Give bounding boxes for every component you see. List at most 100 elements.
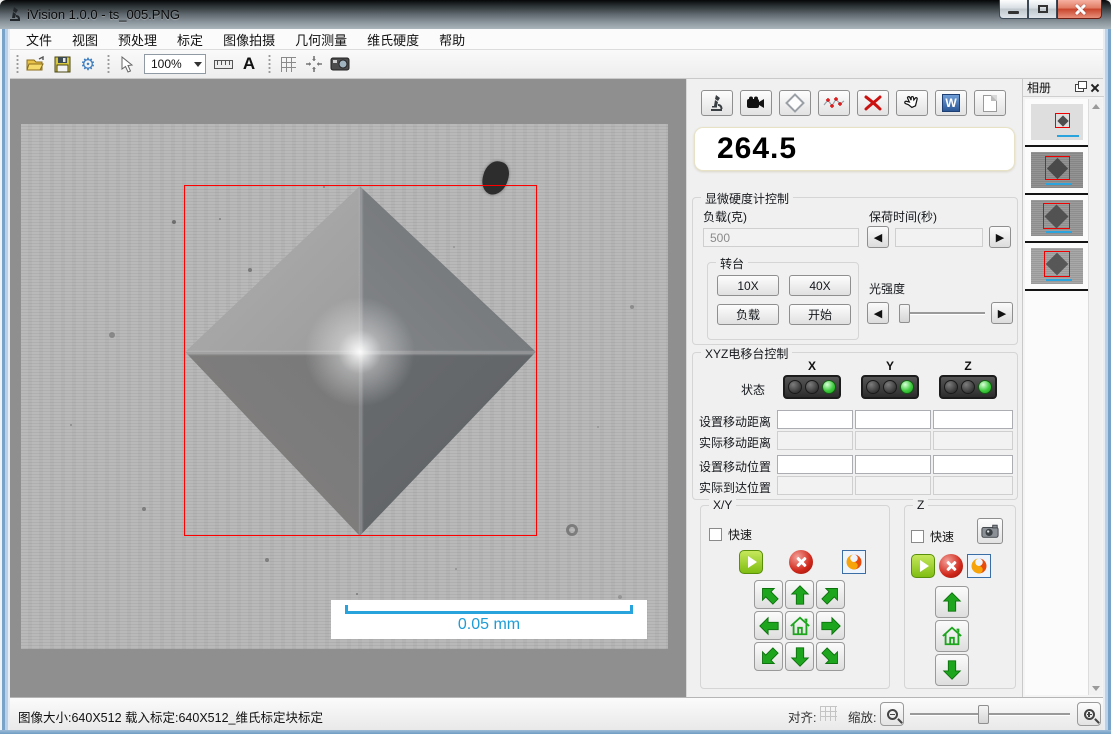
delete-measure-button[interactable] [857,90,889,116]
load-position-button[interactable]: 负载 [717,304,779,325]
jog-left-button[interactable] [754,611,783,640]
align-grid-icon[interactable] [820,706,837,721]
jog-up-button[interactable] [785,580,814,609]
actual-move-distance-label: 实际移动距离 [699,434,771,451]
menu-geometry-measure[interactable]: 几何测量 [285,28,357,51]
z-fast-checkbox[interactable] [911,530,924,543]
capture-button[interactable] [327,52,353,76]
triangle-down-icon [1092,686,1100,691]
z-stop-button[interactable] [939,554,963,578]
zoom-combobox-dropdown[interactable] [191,55,205,73]
thumbnail-image-4[interactable] [1031,248,1083,284]
dwell-decrement-button[interactable]: ◀ [867,226,889,248]
view-zoom-slider-handle[interactable] [978,705,989,724]
z-home-button[interactable] [935,620,969,652]
xy-stop-button[interactable] [789,550,813,574]
light-slider-handle[interactable] [899,304,910,323]
zoom-in-button[interactable] [1077,702,1101,726]
z-jog-down-button[interactable] [935,654,969,686]
view-zoom-slider-track[interactable] [910,713,1070,715]
new-report-button[interactable] [974,90,1006,116]
objective-10x-button[interactable]: 10X [717,275,779,296]
jog-down-button[interactable] [785,642,814,671]
set-distance-y-input[interactable] [855,410,931,429]
camera-icon [330,57,350,71]
jog-home-button[interactable] [785,611,814,640]
album-close-icon[interactable] [1090,83,1099,92]
set-position-y-input[interactable] [855,455,931,474]
thumbnail-separator [1025,289,1088,291]
actual-position-label: 实际到达位置 [699,479,771,496]
grid-toggle-button[interactable] [275,52,301,76]
undock-icon[interactable] [1075,84,1084,92]
y-led-2 [883,380,897,394]
center-align-button[interactable] [301,52,327,76]
save-button[interactable] [49,52,75,76]
zoom-level-combobox[interactable]: 100% [144,54,206,74]
xy-reset-button[interactable] [842,550,866,574]
micrograph-image[interactable]: 0.05 mm [21,124,668,649]
scroll-up-button[interactable] [1089,99,1103,113]
image-viewport[interactable]: 0.05 mm [10,79,687,697]
album-panel: 相册 [1022,79,1103,697]
light-decrement-button[interactable]: ◀ [867,302,889,324]
xy-fast-checkbox[interactable] [709,528,722,541]
maximize-button[interactable] [1028,0,1057,19]
z-jog-up-button[interactable] [935,586,969,618]
pan-tool-button[interactable] [896,90,928,116]
dwell-increment-button[interactable]: ▶ [989,226,1011,248]
thumbnail-cell-2[interactable] [1025,147,1088,195]
measurement-roi-rectangle[interactable] [184,185,537,536]
menu-calibration[interactable]: 标定 [167,28,213,51]
select-tool-button[interactable] [114,52,140,76]
data-points-button[interactable] [818,90,850,116]
menu-file[interactable]: 文件 [16,28,62,51]
text-tool-button[interactable]: A [236,52,262,76]
measure-tool-button[interactable] [210,52,236,76]
scroll-down-button[interactable] [1089,681,1103,695]
thumbnail-image-1[interactable] [1031,104,1083,140]
settings-button[interactable]: ⚙ [75,52,101,76]
jog-up-right-button[interactable] [816,580,845,609]
minimize-button[interactable] [999,0,1028,19]
menu-help[interactable]: 帮助 [429,28,475,51]
light-increment-button[interactable]: ▶ [991,302,1013,324]
thumbnail-image-2[interactable] [1031,152,1083,188]
z-run-button[interactable] [911,554,935,578]
z-focus-camera-button[interactable] [977,518,1003,544]
menu-image-capture[interactable]: 图像拍摄 [213,28,285,51]
open-file-button[interactable] [23,52,49,76]
set-distance-z-input[interactable] [933,410,1013,429]
microscope-button[interactable] [701,90,733,116]
live-video-button[interactable] [740,90,772,116]
diamond-icon [785,93,805,113]
menu-preprocess[interactable]: 预处理 [108,28,167,51]
measure-indent-button[interactable] [779,90,811,116]
thumbnail-cell-1[interactable] [1025,99,1088,147]
set-position-z-input[interactable] [933,455,1013,474]
set-position-x-input[interactable] [777,455,853,474]
zoom-out-button[interactable] [880,702,904,726]
thumbnail-cell-4[interactable] [1025,243,1088,291]
menu-view[interactable]: 视图 [62,28,108,51]
set-move-position-label: 设置移动位置 [699,458,771,475]
thumbnail-cell-3[interactable] [1025,195,1088,243]
z-reset-button[interactable] [967,554,991,578]
xy-run-button[interactable] [739,550,763,574]
stage-control-group: XYZ电移台控制 X Y Z 状态 设置移动距离 实际移动距离 设置移动位置 [692,352,1018,500]
thumbnail-image-3[interactable] [1031,200,1083,236]
light-slider-track[interactable] [899,312,985,314]
jog-up-left-button[interactable] [754,580,783,609]
close-button[interactable] [1057,0,1102,19]
jog-down-left-button[interactable] [754,642,783,671]
blank-document-icon [983,95,997,112]
menu-vickers-hardness[interactable]: 维氏硬度 [357,28,429,51]
album-scrollbar[interactable] [1088,99,1102,695]
jog-down-right-button[interactable] [816,642,845,671]
jog-right-button[interactable] [816,611,845,640]
objective-40x-button[interactable]: 40X [789,275,851,296]
start-test-button[interactable]: 开始 [789,304,851,325]
x-led-green [822,380,836,394]
set-distance-x-input[interactable] [777,410,853,429]
export-word-button[interactable]: W [935,90,967,116]
